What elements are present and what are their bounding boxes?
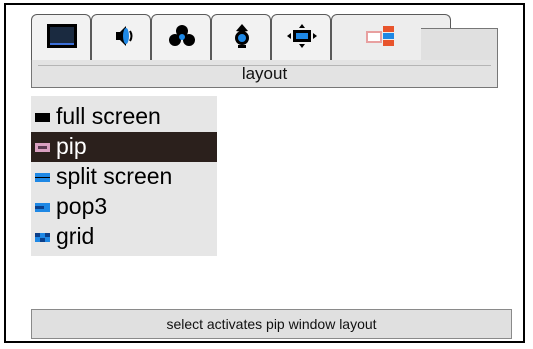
- tab-strip-filler: [421, 28, 498, 60]
- picture-adjust-icon: [235, 24, 249, 48]
- menu-item-full-screen[interactable]: full screen: [31, 102, 217, 132]
- split-screen-icon: [35, 173, 50, 182]
- menu-item-label: pip: [56, 133, 87, 159]
- menu-item-grid[interactable]: grid: [31, 222, 217, 252]
- speaker-icon: [116, 26, 133, 46]
- color-circles-icon: [169, 25, 195, 46]
- section-header: layout: [31, 60, 498, 88]
- pip-icon: [35, 143, 50, 152]
- menu-item-label: pop3: [56, 193, 108, 219]
- menu-item-label: grid: [56, 223, 95, 249]
- section-title: layout: [241, 64, 288, 83]
- status-text: select activates pip window layout: [166, 316, 377, 332]
- tab-audio[interactable]: [91, 14, 151, 60]
- tab-scaling[interactable]: [271, 14, 331, 60]
- menu-item-pop3[interactable]: pop3: [31, 192, 217, 222]
- pop3-icon: [35, 203, 50, 212]
- menu-item-split-screen[interactable]: split screen: [31, 162, 217, 192]
- tab-color[interactable]: [151, 14, 211, 60]
- grid-icon: [35, 233, 50, 242]
- menu-item-label: split screen: [56, 163, 173, 189]
- tab-image[interactable]: [211, 14, 271, 60]
- layout-icon: [366, 26, 394, 46]
- tab-monitor[interactable]: [31, 14, 91, 60]
- menu-item-label: full screen: [56, 103, 161, 129]
- menu-item-pip[interactable]: pip: [31, 132, 217, 162]
- layout-menu: full screen pip split screen pop3 grid: [31, 96, 217, 256]
- scaling-icon: [287, 24, 317, 48]
- header-divider: [38, 65, 491, 66]
- full-screen-icon: [35, 113, 50, 122]
- status-bar: select activates pip window layout: [31, 309, 512, 339]
- monitor-icon: [47, 24, 77, 48]
